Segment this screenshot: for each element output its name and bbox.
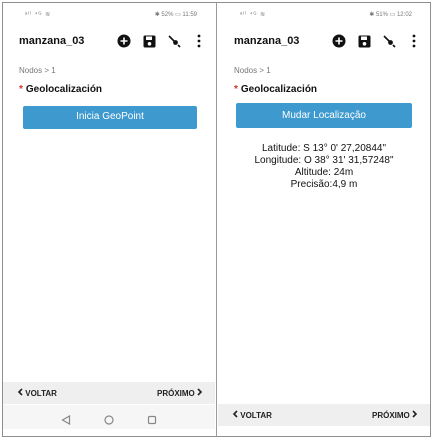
back-label: VOLTAR xyxy=(25,389,57,398)
add-icon[interactable] xyxy=(116,33,132,49)
back-button[interactable]: VOLTAR xyxy=(17,388,57,398)
home-circle-icon[interactable] xyxy=(104,412,114,430)
signal-status: ᵃᴵˡ ⁴ᴳ ≋ xyxy=(240,12,267,18)
altitude-value: Altitude: 24m xyxy=(294,167,354,178)
more-vert-icon[interactable] xyxy=(191,33,207,49)
right-phone-screen: ᵃᴵˡ ⁴ᴳ ≋ ✱ 51% ▭ 12:02 manzana_03 Nodos … xyxy=(218,3,430,436)
signal-status: ᵃᴵˡ ⁴ᴳ ≋ xyxy=(25,12,52,18)
form-title: manzana_03 xyxy=(234,35,300,47)
left-phone-screen: ᵃᴵˡ ⁴ᴳ ≋ ✱ 52% ▭ 11:59 manzana_03 Nodos … xyxy=(3,3,215,436)
status-bar: ᵃᴵˡ ⁴ᴳ ≋ ✱ 51% ▭ 12:02 xyxy=(218,3,430,25)
form-nav-bar: VOLTAR PRÓXIMO xyxy=(218,404,430,426)
battery-clock-status: ✱ 52% ▭ 11:59 xyxy=(154,12,197,18)
breadcrumb[interactable]: Nodos > 1 xyxy=(19,66,56,75)
battery-clock-status: ✱ 51% ▭ 12:02 xyxy=(369,12,412,18)
more-vert-icon[interactable] xyxy=(406,33,422,49)
system-nav-bar xyxy=(3,405,215,429)
latitude-value: Latitude: S 13° 0' 27,20844" xyxy=(262,143,386,154)
panel-divider xyxy=(216,2,217,437)
back-label: VOLTAR xyxy=(240,411,272,420)
question-label: * Geolocalización xyxy=(19,84,102,95)
status-bar: ᵃᴵˡ ⁴ᴳ ≋ ✱ 52% ▭ 11:59 xyxy=(3,3,215,25)
question-text: Geolocalización xyxy=(240,84,318,95)
start-geopoint-button[interactable]: Inicia GeoPoint xyxy=(23,106,197,129)
app-bar: manzana_03 xyxy=(3,29,215,55)
longitude-value: Longitude: O 38° 31' 31,57248" xyxy=(254,155,394,166)
next-label: PRÓXIMO xyxy=(371,411,410,420)
next-button[interactable]: PRÓXIMO xyxy=(157,388,203,398)
required-mark: * xyxy=(234,84,238,95)
app-bar-actions xyxy=(331,33,422,49)
form-nav-bar: VOLTAR PRÓXIMO xyxy=(3,382,215,404)
add-icon[interactable] xyxy=(331,33,347,49)
app-bar: manzana_03 xyxy=(218,29,430,55)
save-icon[interactable] xyxy=(141,33,157,49)
precision-value: Precisão:4,9 m xyxy=(290,179,358,190)
chevron-right-icon xyxy=(197,388,203,396)
next-label: PRÓXIMO xyxy=(156,389,195,398)
gps-icon[interactable] xyxy=(381,33,397,49)
back-triangle-icon[interactable] xyxy=(61,412,71,430)
chevron-left-icon xyxy=(232,410,238,418)
geopoint-result: Latitude: S 13° 0' 27,20844" Longitude: … xyxy=(218,143,430,191)
breadcrumb[interactable]: Nodos > 1 xyxy=(234,66,271,75)
change-location-button[interactable]: Mudar Localização xyxy=(236,103,412,128)
recents-square-icon[interactable] xyxy=(147,412,157,430)
question-label: * Geolocalización xyxy=(234,84,317,95)
question-text: Geolocalización xyxy=(25,84,103,95)
form-title: manzana_03 xyxy=(19,35,85,47)
gps-icon[interactable] xyxy=(166,33,182,49)
next-button[interactable]: PRÓXIMO xyxy=(372,410,418,420)
save-icon[interactable] xyxy=(356,33,372,49)
required-mark: * xyxy=(19,84,23,95)
chevron-left-icon xyxy=(17,388,23,396)
app-bar-actions xyxy=(116,33,207,49)
chevron-right-icon xyxy=(412,410,418,418)
back-button[interactable]: VOLTAR xyxy=(232,410,272,420)
